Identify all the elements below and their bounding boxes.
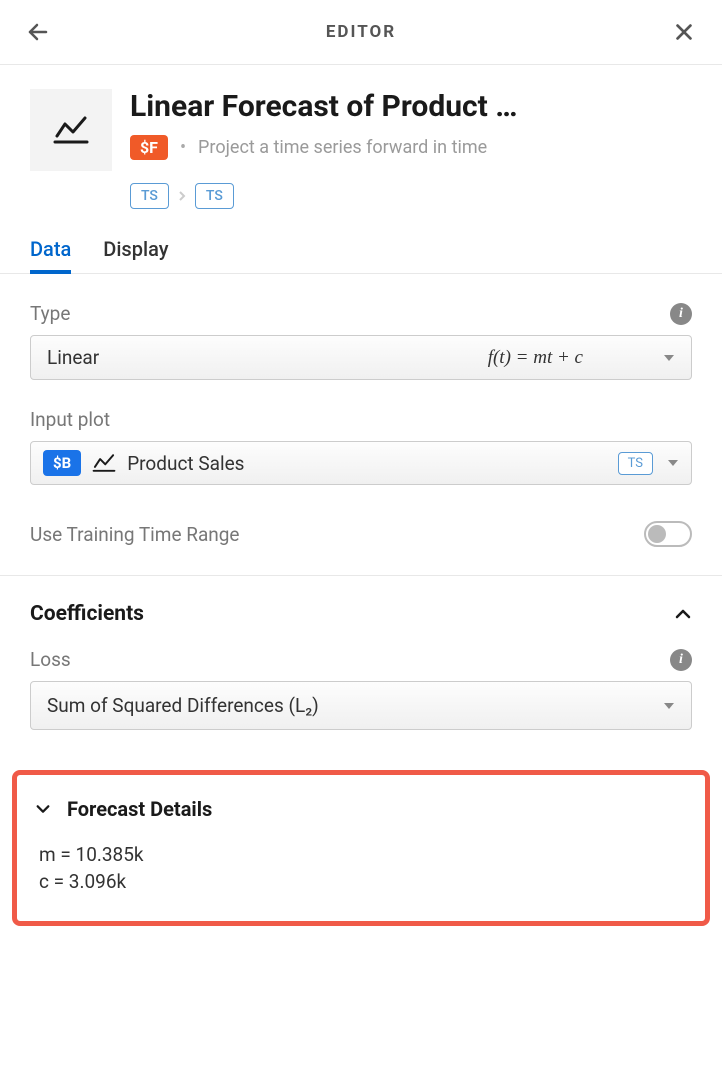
page-title: Linear Forecast of Product … xyxy=(130,89,517,125)
training-range-row: Use Training Time Range xyxy=(30,521,692,575)
type-section: Type i Linear f(t) = mt + c xyxy=(30,302,692,380)
coefficient-m: m = 10.385k xyxy=(35,843,687,866)
type-formula: f(t) = mt + c xyxy=(488,347,583,369)
chevron-right-icon xyxy=(177,191,187,201)
ts-flow: TS TS xyxy=(130,183,692,209)
editor-body: Linear Forecast of Product … $F • Projec… xyxy=(0,65,722,730)
loss-label-row: Loss i xyxy=(30,648,692,671)
tab-display[interactable]: Display xyxy=(103,237,168,273)
chevron-up-icon xyxy=(674,605,692,623)
loss-label: Loss xyxy=(30,648,71,671)
tabs: Data Display xyxy=(0,237,722,274)
forecast-details-header[interactable]: Forecast Details xyxy=(35,797,687,821)
input-plot-left: $B Product Sales xyxy=(43,450,244,476)
info-icon[interactable]: i xyxy=(670,649,692,671)
chevron-down-icon xyxy=(35,801,51,817)
formula-badge: $F xyxy=(130,135,168,160)
coefficient-c: c = 3.096k xyxy=(35,870,687,893)
line-chart-icon xyxy=(51,110,91,150)
close-icon xyxy=(673,21,695,43)
arrow-left-icon xyxy=(26,20,50,44)
ts-badge-small: TS xyxy=(618,452,653,475)
info-icon[interactable]: i xyxy=(670,303,692,325)
divider xyxy=(0,575,722,576)
title-block: Linear Forecast of Product … $F • Projec… xyxy=(130,89,517,160)
ts-input-badge: TS xyxy=(130,183,169,209)
toggle-knob xyxy=(648,525,666,543)
chevron-down-icon xyxy=(663,352,675,364)
coefficients-header[interactable]: Coefficients xyxy=(30,602,692,626)
separator-dot: • xyxy=(180,137,186,158)
training-range-label: Use Training Time Range xyxy=(30,523,240,546)
input-plot-section: Input plot $B Product Sales TS xyxy=(30,408,692,485)
subtitle-row: $F • Project a time series forward in ti… xyxy=(130,135,517,160)
chevron-down-icon xyxy=(663,700,675,712)
input-plot-right: TS xyxy=(618,452,679,475)
loss-select[interactable]: Sum of Squared Differences (L₂) xyxy=(30,681,692,730)
input-plot-label: Input plot xyxy=(30,408,110,431)
input-plot-name: Product Sales xyxy=(127,452,244,475)
coefficients-title: Coefficients xyxy=(30,602,144,626)
forecast-details-title: Forecast Details xyxy=(67,797,212,821)
type-value: Linear xyxy=(47,346,99,369)
description-text: Project a time series forward in time xyxy=(198,137,487,158)
ts-output-badge: TS xyxy=(195,183,234,209)
chevron-down-icon xyxy=(667,457,679,469)
forecast-details-panel: Forecast Details m = 10.385k c = 3.096k xyxy=(12,770,710,926)
training-range-toggle[interactable] xyxy=(644,521,692,547)
close-button[interactable] xyxy=(670,18,698,46)
type-label-row: Type i xyxy=(30,302,692,325)
tab-data[interactable]: Data xyxy=(30,237,71,273)
type-label: Type xyxy=(30,302,70,325)
variable-badge: $B xyxy=(43,450,81,476)
forecast-icon-box xyxy=(30,89,112,171)
header-title: EDITOR xyxy=(326,22,396,42)
input-plot-label-row: Input plot xyxy=(30,408,692,431)
loss-value: Sum of Squared Differences (L₂) xyxy=(47,694,319,717)
input-plot-select[interactable]: $B Product Sales TS xyxy=(30,441,692,485)
line-chart-icon xyxy=(91,450,117,476)
editor-header: EDITOR xyxy=(0,0,722,65)
title-row: Linear Forecast of Product … $F • Projec… xyxy=(30,89,692,171)
back-button[interactable] xyxy=(24,18,52,46)
type-select[interactable]: Linear f(t) = mt + c xyxy=(30,335,692,380)
